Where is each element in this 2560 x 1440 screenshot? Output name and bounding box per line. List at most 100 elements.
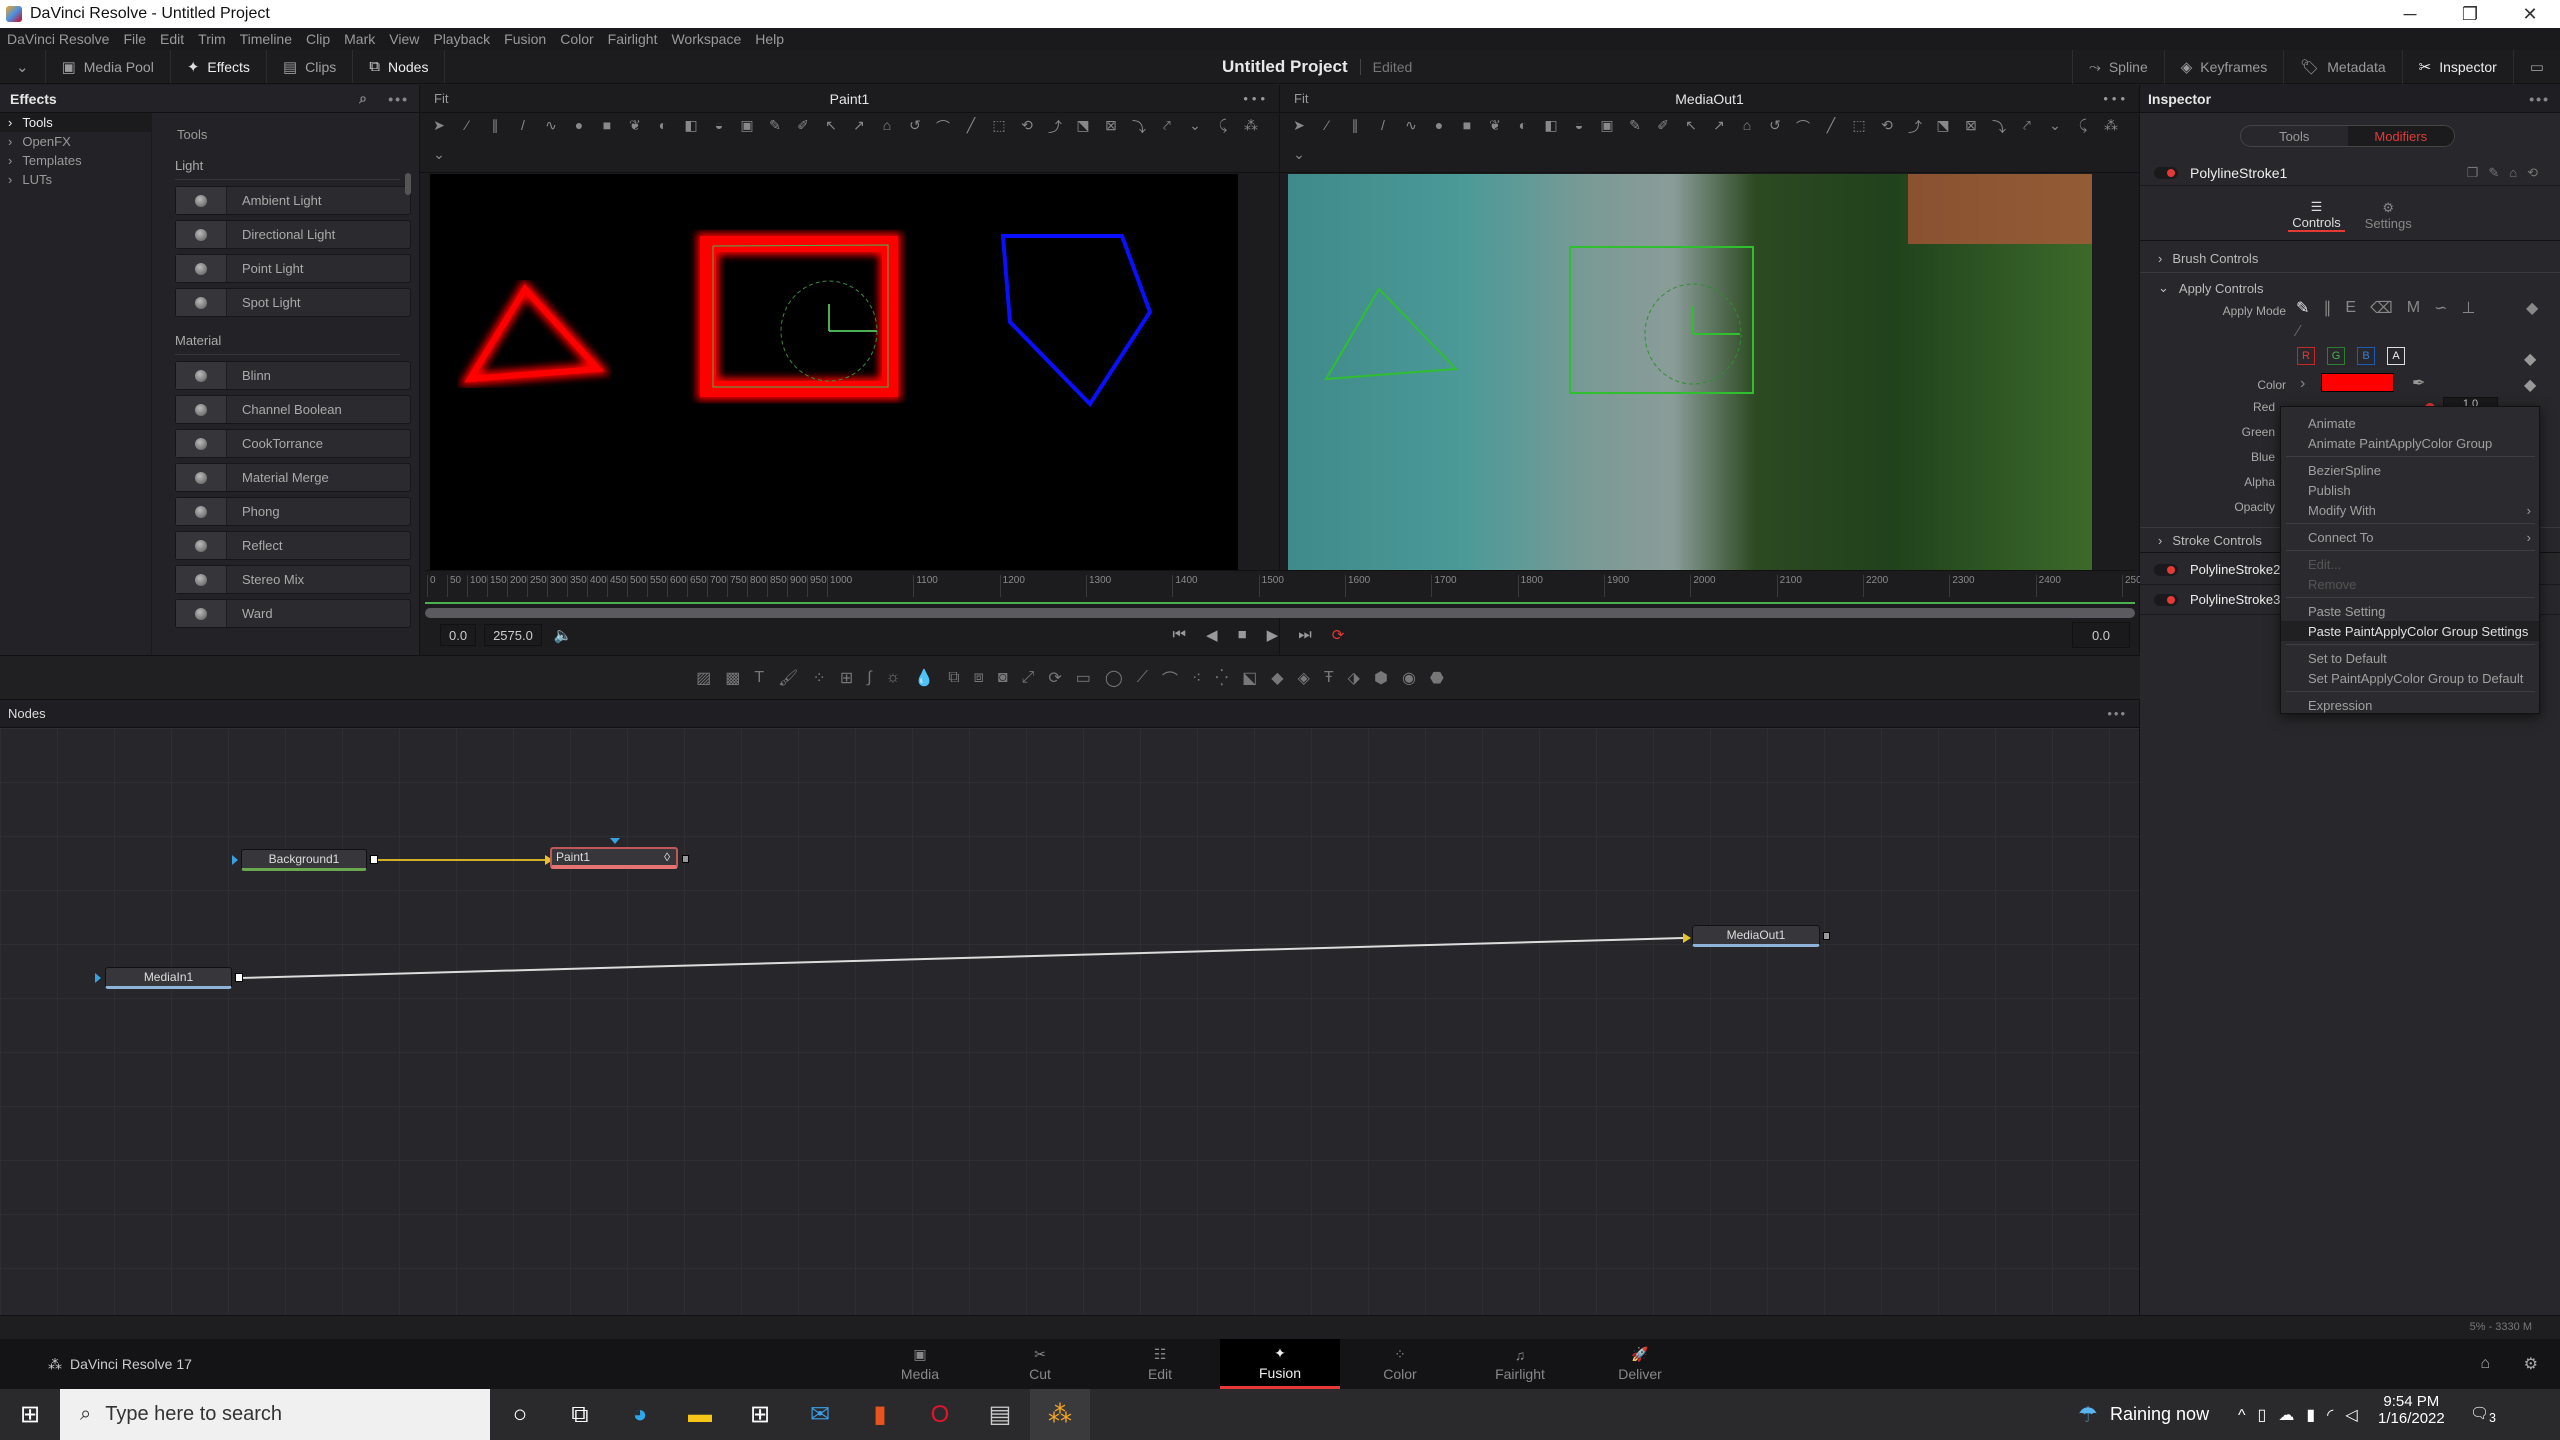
output-port[interactable] (682, 855, 689, 863)
magic-wand-icon[interactable]: ⁂ (2102, 117, 2120, 143)
renderer3d-icon[interactable]: ⬣ (1430, 668, 1444, 688)
insert-point-icon[interactable]: ↖ (1682, 117, 1700, 143)
timeline-scrollbar[interactable] (425, 608, 2135, 618)
apply-clone-icon[interactable]: ∥ (2323, 298, 2331, 318)
blur-tool-icon[interactable]: 💧 (914, 668, 934, 688)
subtab-settings[interactable]: ⚙ Settings (2365, 200, 2412, 231)
zoom-dropdown[interactable]: Fit (434, 91, 448, 106)
resource-monitor-icon[interactable]: ▤ (970, 1389, 1030, 1440)
transform-icon[interactable]: ⬔ (1934, 117, 1952, 143)
rectangle-icon[interactable]: ■ (1458, 117, 1476, 143)
circle-icon[interactable]: ● (570, 117, 588, 143)
fill-icon[interactable]: ▣ (1598, 117, 1616, 143)
keyframe-diamond-icon[interactable]: ◆ (2526, 298, 2538, 318)
modifier-header[interactable]: PolylineStroke1 ❐✎⌂⟲ (2140, 160, 2560, 186)
paint-group-icon[interactable]: ❦ (1486, 117, 1504, 143)
channel-a-button[interactable]: A (2387, 347, 2405, 365)
merge-tool-icon[interactable]: ⧉ (948, 669, 959, 687)
linear-icon[interactable]: ╱ (962, 117, 980, 143)
triangle-path[interactable] (1324, 287, 1459, 381)
merge3d-icon[interactable]: ◈ (1298, 668, 1310, 688)
background-tool-icon[interactable]: ▨ (696, 668, 711, 688)
node-mediain1[interactable]: MediaIn1 (105, 967, 232, 989)
node-mediaout1[interactable]: MediaOut1 (1692, 925, 1820, 947)
output-port[interactable] (235, 973, 243, 982)
paint-viewer-canvas[interactable] (430, 174, 1238, 570)
current-time-field[interactable]: 0.0 (2072, 622, 2130, 648)
transform3d-icon[interactable]: ⬗ (1348, 668, 1360, 688)
effect-item[interactable]: Spot Light (175, 288, 411, 317)
menu-item-paste-group-settings[interactable]: Paste PaintApplyColor Group Settings (2281, 621, 2539, 641)
effect-item[interactable]: CookTorrance (175, 429, 411, 458)
metadata-button[interactable]: 🏷 Metadata (2283, 50, 2401, 84)
rotate-icon[interactable]: ⤴ (1906, 117, 1924, 143)
effects-button[interactable]: ✦ Effects (171, 50, 267, 83)
apply-emboss-icon[interactable]: E (2345, 299, 2356, 317)
menu-item-paste-setting[interactable]: Paste Setting (2281, 601, 2539, 621)
more-options-icon[interactable]: ••• (388, 91, 409, 107)
menu-timeline[interactable]: Timeline (233, 31, 299, 47)
chevron-down-icon[interactable]: ⌄ (1186, 117, 1204, 143)
camera3d-icon[interactable]: ⬢ (1374, 668, 1388, 688)
panel-toggle-button[interactable]: ⌄ (0, 50, 46, 83)
more-options-icon[interactable]: ••• (2107, 706, 2127, 721)
delete-point-icon[interactable]: ⊠ (1962, 117, 1980, 143)
global-start-field[interactable]: 0.0 (440, 624, 477, 646)
spline-add-icon[interactable]: ⤤ (2018, 117, 2036, 143)
node-background1[interactable]: Background1 (241, 849, 367, 871)
effect-item[interactable]: Stereo Mix (175, 565, 411, 594)
home-icon[interactable]: ⌂ (2480, 1355, 2490, 1373)
wipe-icon[interactable]: ◐ (1514, 117, 1532, 143)
spline-add-icon[interactable]: ⤤ (1158, 117, 1176, 143)
output-port[interactable] (370, 855, 378, 864)
keyframe-diamond-icon[interactable]: ◆ (2524, 375, 2536, 395)
clock[interactable]: 9:54 PM 1/16/2022 (2378, 1393, 2445, 1427)
particles-tool-icon[interactable]: ⁘ (812, 668, 825, 688)
circle-icon[interactable]: ● (1430, 117, 1448, 143)
text-tool-icon[interactable]: T (754, 669, 764, 687)
weather-text[interactable]: Raining now (2110, 1404, 2209, 1425)
channel-b-button[interactable]: B (2357, 347, 2375, 365)
menu-item-set-to-default[interactable]: Set to Default (2281, 648, 2539, 668)
channel-r-button[interactable]: R (2297, 347, 2315, 365)
reduce-points-icon[interactable]: ⤵ (1130, 117, 1148, 143)
apply-color-icon[interactable]: ✎ (2296, 298, 2309, 318)
spotlight3d-icon[interactable]: ◉ (1402, 668, 1416, 688)
polyline-icon[interactable]: ∿ (1402, 117, 1420, 143)
close-button[interactable]: ✕ (2500, 0, 2560, 28)
section-brush-controls[interactable]: › Brush Controls (2140, 245, 2560, 273)
subtab-controls[interactable]: ☰ Controls (2288, 199, 2345, 232)
copy-ellipse-icon[interactable]: ◒ (1570, 117, 1588, 143)
inspector-button[interactable]: ✂ Inspector (2401, 50, 2513, 84)
multistroke-icon[interactable]: ⁄ (458, 117, 476, 143)
time-ruler[interactable]: 0 50 100 150 200 250 300 350 400 450 500 550 600 650 7… (425, 570, 2147, 610)
opera-icon[interactable]: O (910, 1389, 970, 1440)
menu-view[interactable]: View (382, 31, 426, 47)
channel-g-button[interactable]: G (2327, 347, 2345, 365)
tree-item-openfx[interactable]: › OpenFX (0, 132, 151, 151)
edge-icon[interactable]: ◕ (610, 1389, 670, 1440)
effects-scrollbar[interactable] (405, 173, 411, 195)
rectangle-stroke[interactable] (697, 233, 901, 400)
menu-fairlight[interactable]: Fairlight (601, 31, 665, 47)
go-to-end-icon[interactable]: ⏭ (1298, 626, 1312, 644)
spline-reverse-icon[interactable]: ⤹ (2074, 117, 2092, 143)
zoom-dropdown[interactable]: Fit (1294, 91, 1308, 106)
delete-point-icon[interactable]: ⊠ (1102, 117, 1120, 143)
menu-item-set-group-default[interactable]: Set PaintApplyColor Group to Default (2281, 668, 2539, 688)
tab-modifiers[interactable]: Modifiers (2347, 126, 2454, 146)
reduce-points-icon[interactable]: ⤵ (1990, 117, 2008, 143)
more-options-icon[interactable]: ••• (1243, 91, 1269, 106)
page-deliver[interactable]: 🚀 Deliver (1580, 1339, 1700, 1389)
output-port[interactable] (1823, 932, 1830, 940)
settings-icon[interactable]: ⚙ (2524, 1354, 2538, 1374)
shape3d-icon[interactable]: ◆ (1271, 668, 1283, 688)
keyframes-button[interactable]: ◈ Keyframes (2163, 50, 2283, 84)
matte-control-icon[interactable]: ⧈ (974, 669, 984, 687)
rectangle-mask-icon[interactable]: ▭ (1076, 668, 1091, 688)
page-color[interactable]: ⁘ Color (1340, 1339, 1460, 1389)
menu-item-publish[interactable]: Publish (2281, 480, 2539, 500)
clone-multistroke-icon[interactable]: ∥ (486, 117, 504, 143)
output-viewer-canvas[interactable] (1288, 174, 2092, 570)
menu-help[interactable]: Help (748, 31, 791, 47)
